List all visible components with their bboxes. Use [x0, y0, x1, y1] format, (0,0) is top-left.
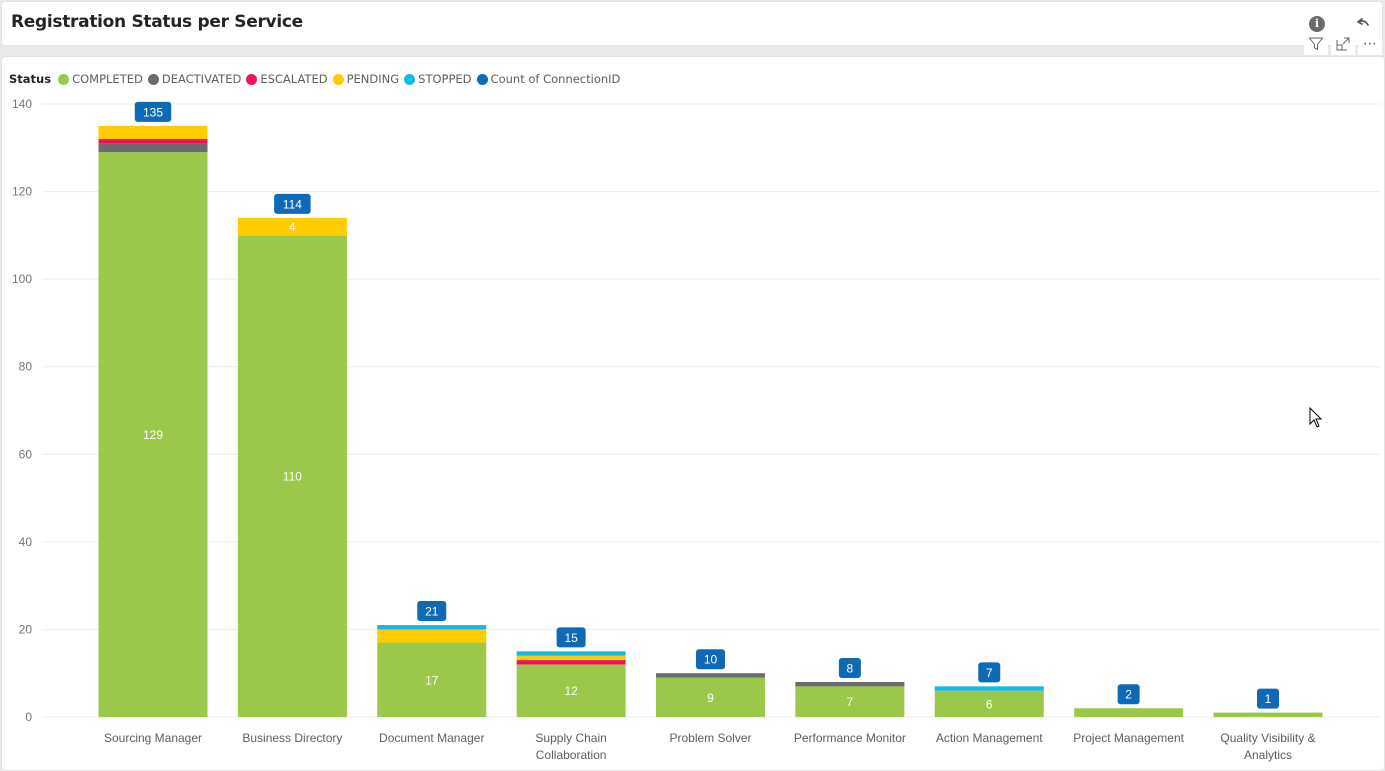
bar-segment-pending[interactable] — [377, 629, 487, 643]
x-tick-label: Problem Solver — [669, 731, 751, 745]
data-label: 4 — [289, 220, 296, 234]
y-tick-label: 0 — [25, 710, 32, 724]
bar-segment-pending[interactable] — [98, 125, 208, 140]
x-tick-label: Sourcing Manager — [104, 731, 202, 745]
total-label: 15 — [564, 631, 578, 645]
data-label: 110 — [283, 470, 302, 484]
y-tick-label: 20 — [19, 622, 33, 636]
x-tick-label: Business Directory — [242, 731, 342, 745]
x-tick-label: Collaboration — [536, 748, 607, 762]
total-label: 10 — [704, 653, 718, 667]
bar-segment-deactivated[interactable] — [795, 681, 905, 687]
y-tick-label: 120 — [12, 185, 32, 199]
total-label: 7 — [986, 666, 993, 680]
x-tick-label: Action Management — [936, 731, 1043, 745]
total-label: 135 — [143, 105, 163, 119]
bar-segment-deactivated[interactable] — [98, 143, 208, 153]
bar-segment-completed[interactable] — [1074, 708, 1184, 717]
y-tick-label: 100 — [12, 272, 32, 286]
x-tick-label: Analytics — [1244, 748, 1292, 762]
data-label: 12 — [564, 684, 578, 698]
bar-segment-stopped[interactable] — [377, 625, 487, 630]
data-label: 6 — [986, 697, 993, 711]
bar-segment-escalated[interactable] — [98, 139, 208, 144]
x-tick-label: Performance Monitor — [794, 731, 906, 745]
x-tick-label: Supply Chain — [535, 731, 606, 745]
x-tick-label: Project Management — [1073, 731, 1184, 745]
total-label: 21 — [425, 605, 439, 619]
stacked-bar-chart: 020406080100120140129135Sourcing Manager… — [12, 97, 1380, 762]
bar-segment-deactivated[interactable] — [656, 673, 765, 678]
data-label: 129 — [143, 428, 163, 442]
bar-segment-stopped[interactable] — [934, 686, 1044, 691]
bar-segment-completed[interactable] — [1213, 712, 1323, 717]
y-tick-label: 60 — [19, 447, 33, 461]
bar-segment-pending[interactable] — [516, 655, 626, 661]
total-label: 114 — [283, 197, 302, 211]
bar-segment-stopped[interactable] — [516, 651, 626, 656]
mouse-cursor-icon — [1309, 406, 1323, 433]
total-label: 1 — [1265, 692, 1272, 706]
y-tick-label: 80 — [19, 360, 33, 374]
y-tick-label: 40 — [19, 535, 33, 549]
total-label: 8 — [847, 661, 854, 675]
data-label: 9 — [707, 691, 714, 705]
y-tick-label: 140 — [12, 97, 32, 111]
data-label: 17 — [425, 673, 439, 687]
x-tick-label: Document Manager — [379, 731, 484, 745]
x-tick-label: Quality Visibility & — [1220, 731, 1315, 745]
bar-segment-escalated[interactable] — [516, 660, 626, 665]
data-label: 7 — [847, 695, 854, 709]
total-label: 2 — [1125, 688, 1132, 702]
